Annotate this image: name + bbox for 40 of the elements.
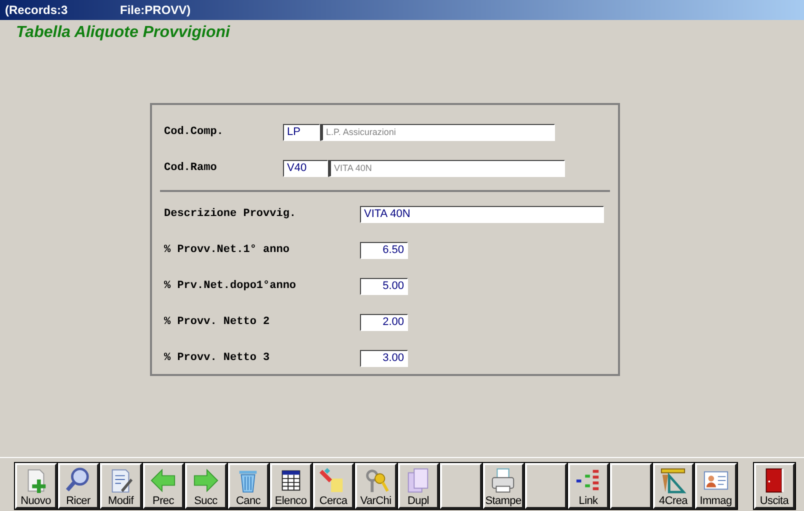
ruler-triangle-icon	[659, 467, 688, 494]
form-heading: Tabella Aliquote Provvigioni	[15, 23, 232, 43]
toolbar-button[interactable]: Ricer	[58, 463, 99, 509]
toolbar-button[interactable]: Prec	[142, 463, 184, 509]
file-name: File:PROVV)	[120, 3, 191, 17]
rate-field[interactable]: 2.00	[360, 314, 408, 330]
toolbar-button[interactable]: 4Crea	[652, 463, 694, 509]
toolbar-button[interactable]: Elenco	[270, 463, 312, 509]
rate-field[interactable]: 5.00	[360, 278, 408, 294]
toolbar-button[interactable]: VarChi	[355, 463, 396, 509]
toolbar-button[interactable]: Succ	[185, 463, 226, 509]
field-label: Cod.Comp.	[164, 126, 224, 138]
toolbar-button[interactable]: Dupl	[398, 463, 439, 509]
toolbar-button[interactable]: Nuovo	[15, 463, 56, 509]
right-arrow-icon	[192, 467, 220, 494]
records-count: (Records:3	[5, 3, 69, 17]
description-input[interactable]: VITA 40N	[360, 206, 604, 222]
empty-button[interactable]	[610, 463, 652, 509]
toolbar-button[interactable]: Stampe	[482, 463, 524, 509]
rate-field[interactable]: 3.00	[360, 350, 408, 366]
rate-field[interactable]: 6.50	[360, 242, 408, 258]
field-label: Cod.Ramo	[164, 162, 218, 174]
field-label: % Provv. Netto 2	[164, 316, 271, 328]
toolbar-button[interactable]: Link	[568, 463, 609, 509]
left-arrow-icon	[149, 467, 178, 494]
toolbar-button[interactable]: Uscita	[754, 463, 795, 509]
toolbar-button[interactable]: Canc	[228, 463, 269, 509]
description-field: L.P. Assicurazioni	[320, 124, 555, 140]
toolbar-button[interactable]: Modif	[100, 463, 142, 509]
field-label: Descrizione Provvig.	[164, 208, 298, 220]
field-label: % Prv.Net.dopo1°anno	[164, 280, 298, 292]
empty-button[interactable]	[440, 463, 482, 509]
toolbar-button[interactable]: Cerca	[312, 463, 354, 509]
toolbar-button[interactable]: Immag	[695, 463, 736, 509]
field-label: % Provv. Netto 3	[164, 352, 271, 364]
empty-button[interactable]	[525, 463, 566, 509]
description-field: VITA 40N	[328, 160, 565, 176]
code-field[interactable]: V40	[283, 160, 328, 176]
code-field[interactable]: LP	[283, 124, 320, 140]
field-label: % Provv.Net.1° anno	[164, 244, 290, 256]
